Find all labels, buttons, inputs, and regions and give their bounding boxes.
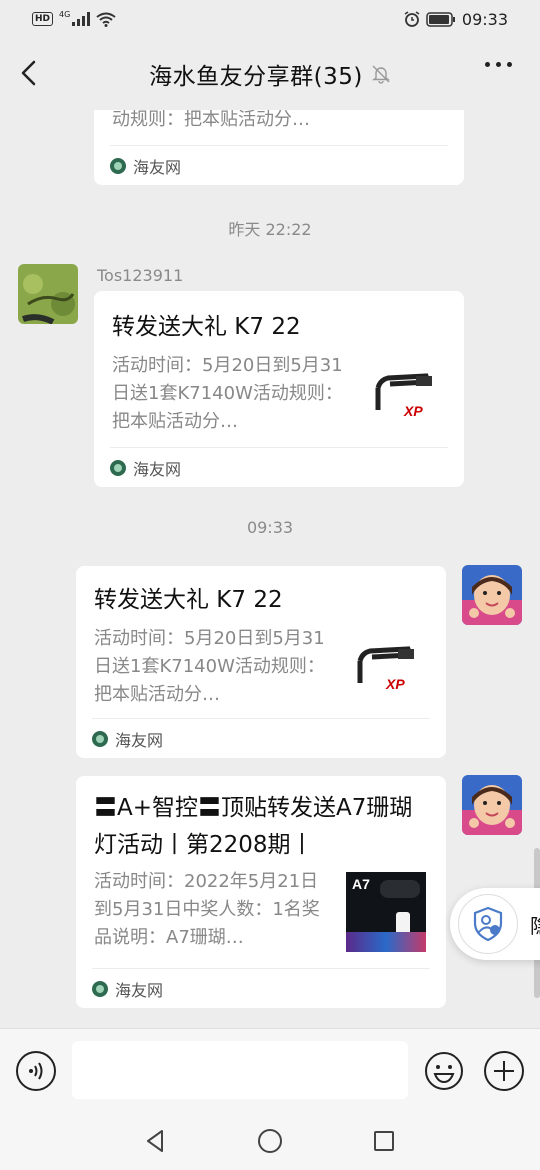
avatar[interactable]	[18, 264, 78, 324]
link-card-partial[interactable]: 动规则：把本贴活动分… XP 海友网	[94, 110, 464, 185]
card-footer: 海友网	[110, 447, 448, 487]
chevron-left-icon[interactable]	[18, 60, 40, 86]
emoji-icon[interactable]	[424, 1051, 464, 1091]
svg-text:XP: XP	[385, 110, 403, 111]
battery-icon	[426, 11, 455, 27]
card-title: 〓A+智控〓顶贴转发送A7珊瑚灯活动丨第2208期丨	[94, 795, 413, 858]
card-thumbnail: XP	[364, 358, 444, 438]
card-source: 海友网	[115, 730, 164, 750]
status-right: 09:33	[404, 10, 508, 29]
card-body: 活动时间：2022年5月21日到5月31日中奖人数：1名奖品说明：A7珊瑚… A…	[94, 868, 426, 952]
card-footer: 海友网	[92, 718, 430, 758]
card-thumbnail: XP	[346, 631, 426, 711]
card-body: 活动时间：5月20日到5月31日送1套K7140W活动规则：把本贴活动分… XP	[112, 352, 444, 438]
card-desc: 活动时间：2022年5月21日到5月31日中奖人数：1名奖品说明：A7珊瑚…	[94, 871, 320, 948]
card-desc: 活动时间：5月20日到5月31日送1套K7140W活动规则：把本贴活动分…	[94, 628, 325, 705]
nav-recent-icon[interactable]	[374, 1131, 394, 1151]
sender-name: Tos123911	[97, 266, 184, 285]
card-thumbnail: XP	[385, 110, 403, 111]
card-body: 活动时间：5月20日到5月31日送1套K7140W活动规则：把本贴活动分… XP	[94, 625, 426, 711]
card-desc: 动规则：把本贴活动分…	[112, 110, 310, 130]
timestamp: 昨天 22:22	[228, 220, 312, 239]
nav-back-icon[interactable]	[144, 1129, 166, 1153]
thumb-label: A7	[352, 876, 370, 892]
floating-label: 隐	[530, 910, 540, 939]
card-desc: 活动时间：5月20日到5月31日送1套K7140W活动规则：把本贴活动分…	[112, 355, 343, 432]
link-card[interactable]: 转发送大礼 K7 22 活动时间：5月20日到5月31日送1套K7140W活动规…	[76, 566, 446, 758]
card-footer: 海友网	[110, 145, 448, 185]
haiyou-logo-icon	[110, 459, 126, 476]
message-input[interactable]	[72, 1041, 408, 1099]
floating-circle	[458, 894, 518, 954]
network-type: 4G	[59, 9, 71, 19]
clock: 09:33	[461, 9, 508, 29]
timestamp: 09:33	[246, 518, 294, 537]
link-card[interactable]: 转发送大礼 K7 22 活动时间：5月20日到5月31日送1套K7140W活动规…	[94, 291, 464, 487]
input-bar	[0, 1028, 540, 1112]
avatar[interactable]	[462, 565, 522, 625]
floating-privacy-button[interactable]: 隐	[450, 888, 540, 960]
svg-text:XP: XP	[385, 676, 405, 692]
shield-user-icon	[473, 906, 503, 942]
card-thumbnail: A7	[346, 872, 426, 952]
hd-indicator: HD	[32, 12, 54, 26]
voice-icon[interactable]	[16, 1051, 56, 1091]
avatar[interactable]	[462, 775, 522, 835]
card-title: 转发送大礼 K7 22	[112, 314, 301, 340]
card-source: 海友网	[133, 459, 182, 479]
haiyou-logo-icon	[92, 980, 108, 997]
chat-area[interactable]: 动规则：把本贴活动分… XP 海友网 昨天 22:22 Tos123911 转发…	[0, 110, 540, 1028]
signal-icon	[72, 12, 91, 26]
chat-title: 海水鱼友分享群(35)	[149, 64, 363, 90]
wifi-icon	[96, 12, 116, 27]
status-bar: HD 4G 09:33	[0, 0, 540, 38]
card-source: 海友网	[133, 157, 182, 177]
system-nav-bar	[0, 1112, 540, 1170]
card-title: 转发送大礼 K7 22	[94, 587, 283, 613]
alarm-icon	[404, 11, 420, 27]
title-wrap: 海水鱼友分享群(35)	[149, 57, 391, 91]
svg-text:XP: XP	[403, 403, 423, 419]
haiyou-logo-icon	[110, 157, 126, 174]
card-footer: 海友网	[92, 968, 430, 1008]
haiyou-logo-icon	[92, 730, 108, 747]
more-horizontal-icon[interactable]	[485, 62, 512, 67]
nav-home-icon[interactable]	[258, 1129, 282, 1153]
status-left: HD 4G	[32, 9, 116, 27]
chat-header: 海水鱼友分享群(35)	[0, 38, 540, 110]
plus-circle-icon[interactable]	[484, 1051, 524, 1091]
card-source: 海友网	[115, 980, 164, 1000]
bell-off-icon	[371, 65, 390, 84]
link-card[interactable]: 〓A+智控〓顶贴转发送A7珊瑚灯活动丨第2208期丨 活动时间：2022年5月2…	[76, 776, 446, 1008]
